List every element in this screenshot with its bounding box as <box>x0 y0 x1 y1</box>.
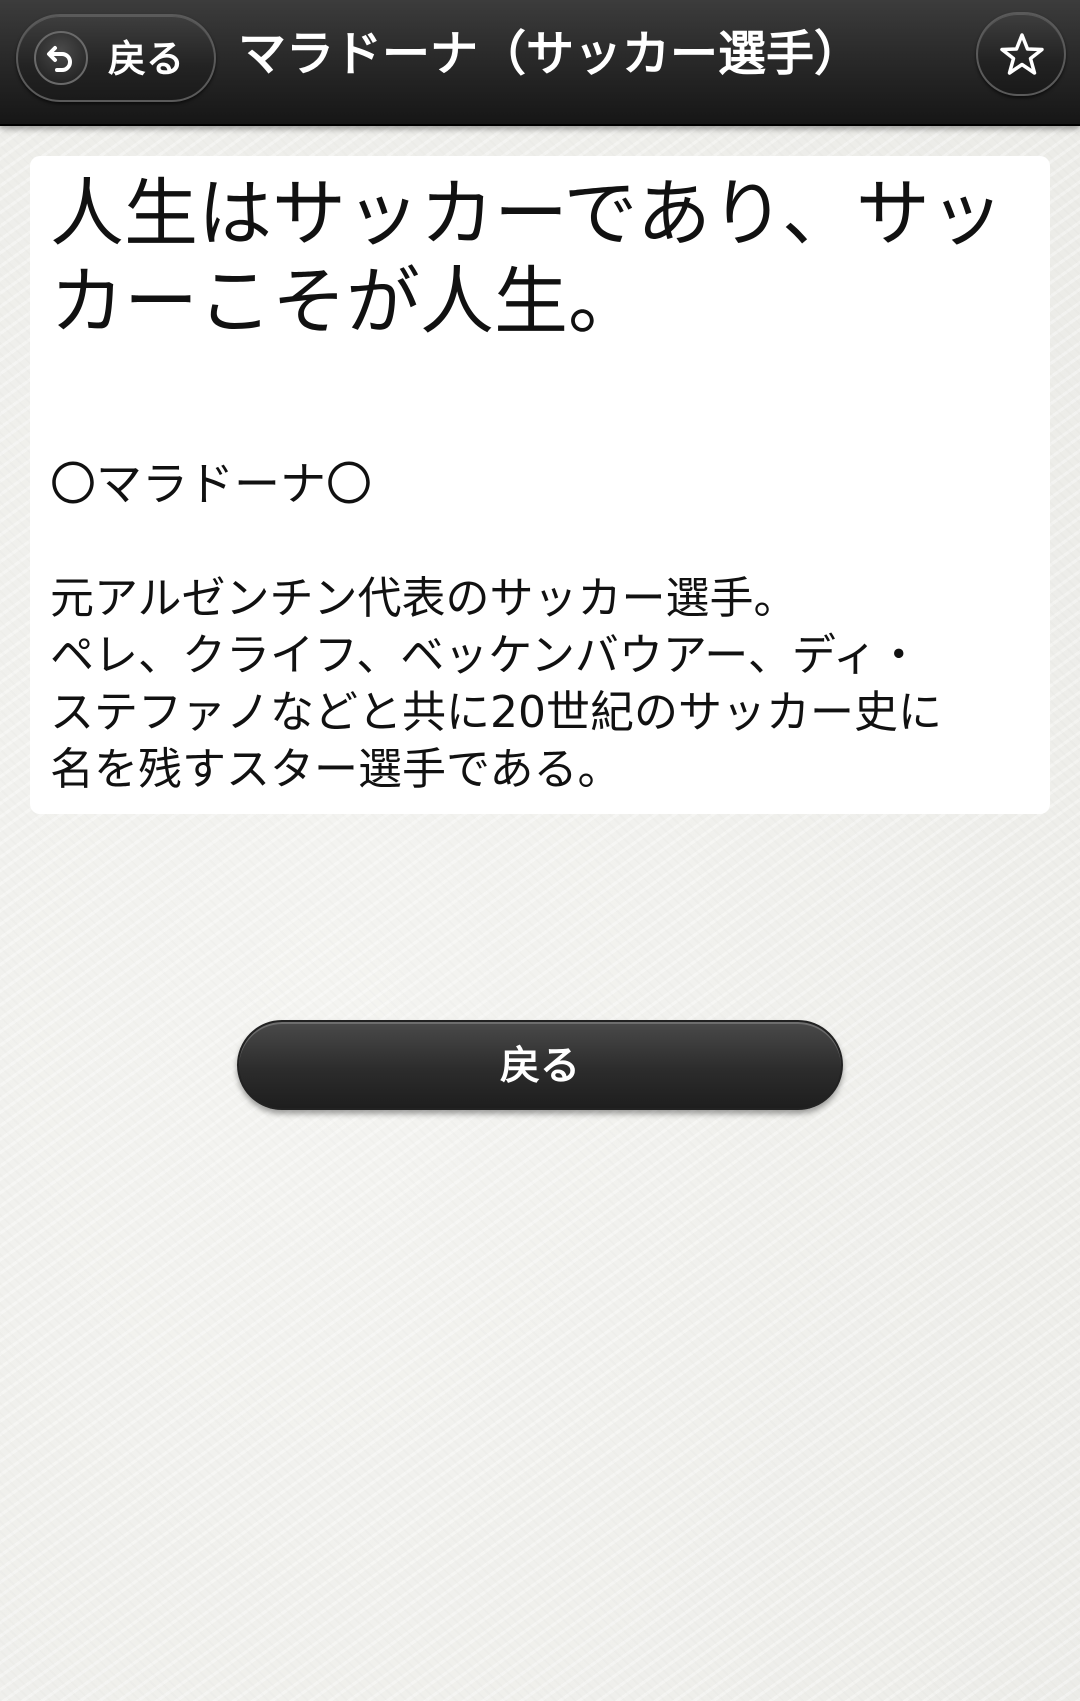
back-button[interactable]: 戻る <box>237 1020 843 1110</box>
header-back-label: 戻る <box>108 37 185 81</box>
description-line: ペレ、クライフ、ベッケンバウアー、ディ・ <box>50 630 921 681</box>
back-icon-circle <box>34 31 88 85</box>
star-outline-icon <box>1000 33 1044 75</box>
top-bar: 戻る マラドーナ（サッカー選手） <box>0 0 1080 126</box>
description-line: ステファノなどと共に20世紀のサッカー史に <box>50 687 942 738</box>
person-name: 〇マラドーナ〇 <box>50 457 372 511</box>
quote-text: 人生はサッカーであり、サッカーこそが人生。 <box>50 171 1004 345</box>
person-description: 元アルゼンチン代表のサッカー選手。 ペレ、クライフ、ベッケンバウアー、ディ・ ス… <box>50 570 1035 798</box>
page-title: マラドーナ（サッカー選手） <box>238 26 863 82</box>
description-line: 名を残すスター選手である。 <box>50 744 622 795</box>
description-line: 元アルゼンチン代表のサッカー選手。 <box>50 573 798 624</box>
quote-card: 人生はサッカーであり、サッカーこそが人生。 〇マラドーナ〇 元アルゼンチン代表の… <box>30 156 1050 814</box>
back-button-label: 戻る <box>500 1043 580 1089</box>
favorite-button[interactable] <box>976 12 1066 96</box>
header-back-button[interactable]: 戻る <box>16 14 216 102</box>
undo-arrow-icon <box>47 46 72 72</box>
